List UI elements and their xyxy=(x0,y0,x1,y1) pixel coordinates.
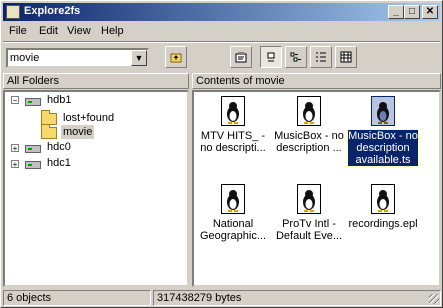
tree-item-hdb1[interactable]: hdb1 xyxy=(47,93,71,107)
location-value: movie xyxy=(10,52,40,64)
file-item[interactable]: recordings.epl xyxy=(348,184,418,230)
expand-icon[interactable]: + xyxy=(11,144,19,153)
up-folder-icon xyxy=(170,53,182,63)
properties-icon xyxy=(235,52,247,63)
tux-file-icon xyxy=(371,96,395,126)
menu-bar: File Edit View Help xyxy=(3,22,440,40)
collapse-icon[interactable]: − xyxy=(11,96,19,105)
window-title: Explore2fs xyxy=(24,5,81,17)
drive-icon xyxy=(25,161,41,169)
all-folders-header: All Folders xyxy=(3,73,189,89)
small-icons-view-button[interactable] xyxy=(285,46,307,68)
tux-file-icon xyxy=(297,184,321,214)
title-bar[interactable]: Explore2fs _ □ ✕ xyxy=(3,3,440,21)
menu-file[interactable]: File xyxy=(9,25,27,37)
file-label: recordings.epl xyxy=(348,218,418,230)
menu-edit[interactable]: Edit xyxy=(39,25,58,37)
status-object-count: 6 objects xyxy=(3,290,151,306)
folder-open-icon xyxy=(41,124,57,139)
resize-grip-icon[interactable] xyxy=(429,294,439,304)
list-view-button[interactable] xyxy=(310,46,332,68)
status-bytes: 317438279 bytes xyxy=(153,290,441,306)
main-window: Explore2fs _ □ ✕ File Edit View Help mov… xyxy=(0,0,443,308)
file-item[interactable]: ProTv Intl - Default Eve... xyxy=(274,184,344,242)
file-label: MusicBox - no description ... xyxy=(274,130,344,154)
app-icon xyxy=(6,5,20,19)
menu-help[interactable]: Help xyxy=(101,25,124,37)
large-icons-icon xyxy=(267,52,275,62)
tree-item-lost-found[interactable]: lost+found xyxy=(63,111,114,125)
contents-header: Contents of movie xyxy=(192,73,441,89)
drive-icon xyxy=(25,145,41,153)
file-list: MTV HITS_ - no descripti... MusicBox - n… xyxy=(192,90,441,287)
tree-item-hdc0[interactable]: hdc0 xyxy=(47,140,71,154)
close-button[interactable]: ✕ xyxy=(422,5,438,19)
tux-file-icon xyxy=(221,184,245,214)
tux-file-icon xyxy=(221,96,245,126)
maximize-button[interactable]: □ xyxy=(404,5,420,19)
file-label: National Geographic... xyxy=(199,218,267,242)
properties-button[interactable] xyxy=(230,46,252,68)
expand-icon[interactable]: + xyxy=(11,160,19,169)
tux-file-icon xyxy=(297,96,321,126)
minimize-button[interactable]: _ xyxy=(388,5,404,19)
menu-separator xyxy=(3,41,440,43)
file-item[interactable]: National Geographic... xyxy=(198,184,268,242)
folder-tree: − hdb1 lost+found movie + hdc0 + hdc1 xyxy=(3,90,189,287)
drive-icon xyxy=(25,98,41,106)
details-icon xyxy=(340,51,352,63)
location-combo[interactable]: movie ▼ xyxy=(6,48,149,68)
small-icons-icon xyxy=(290,52,301,62)
file-label: MTV HITS_ - no descripti... xyxy=(200,130,266,154)
tux-file-icon xyxy=(371,184,395,214)
file-label: MusicBox - no description available.ts xyxy=(347,129,419,167)
chevron-down-icon[interactable]: ▼ xyxy=(131,50,147,66)
file-item-selected[interactable]: MusicBox - no description available.ts xyxy=(347,96,419,167)
tree-item-hdc1[interactable]: hdc1 xyxy=(47,156,71,170)
file-item[interactable]: MusicBox - no description ... xyxy=(274,96,344,154)
details-view-button[interactable] xyxy=(335,46,357,68)
up-folder-button[interactable] xyxy=(165,46,187,68)
large-icons-view-button[interactable] xyxy=(260,46,282,68)
list-icon xyxy=(316,52,326,62)
file-item[interactable]: MTV HITS_ - no descripti... xyxy=(198,96,268,154)
tree-item-movie[interactable]: movie xyxy=(61,125,95,139)
file-label: ProTv Intl - Default Eve... xyxy=(275,218,343,242)
menu-view[interactable]: View xyxy=(67,25,91,37)
